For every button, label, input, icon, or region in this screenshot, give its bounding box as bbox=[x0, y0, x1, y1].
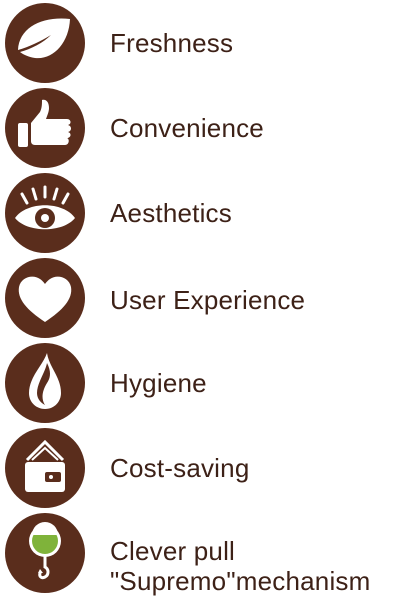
feature-label: Clever pull "Supremo"mechanism bbox=[110, 536, 371, 596]
feature-list: Freshness Convenience Aesthetics User Ex… bbox=[0, 0, 410, 611]
feature-label-line-2: "Supremo"mechanism bbox=[110, 566, 371, 596]
feature-label: Cost-saving bbox=[110, 453, 250, 483]
eye-icon bbox=[5, 173, 85, 253]
feature-label-line-1: Clever pull bbox=[110, 536, 236, 566]
heart-icon bbox=[5, 258, 85, 338]
wallet-icon bbox=[5, 428, 85, 508]
thumbs-up-icon bbox=[5, 88, 85, 168]
feature-label: User Experience bbox=[110, 285, 306, 315]
feature-label: Aesthetics bbox=[110, 198, 232, 228]
water-drop-icon bbox=[5, 343, 85, 423]
pull-mechanism-icon bbox=[5, 513, 85, 593]
feature-label: Freshness bbox=[110, 28, 234, 58]
leaf-icon bbox=[5, 3, 85, 83]
feature-label: Convenience bbox=[110, 113, 264, 143]
feature-label: Hygiene bbox=[110, 368, 207, 398]
